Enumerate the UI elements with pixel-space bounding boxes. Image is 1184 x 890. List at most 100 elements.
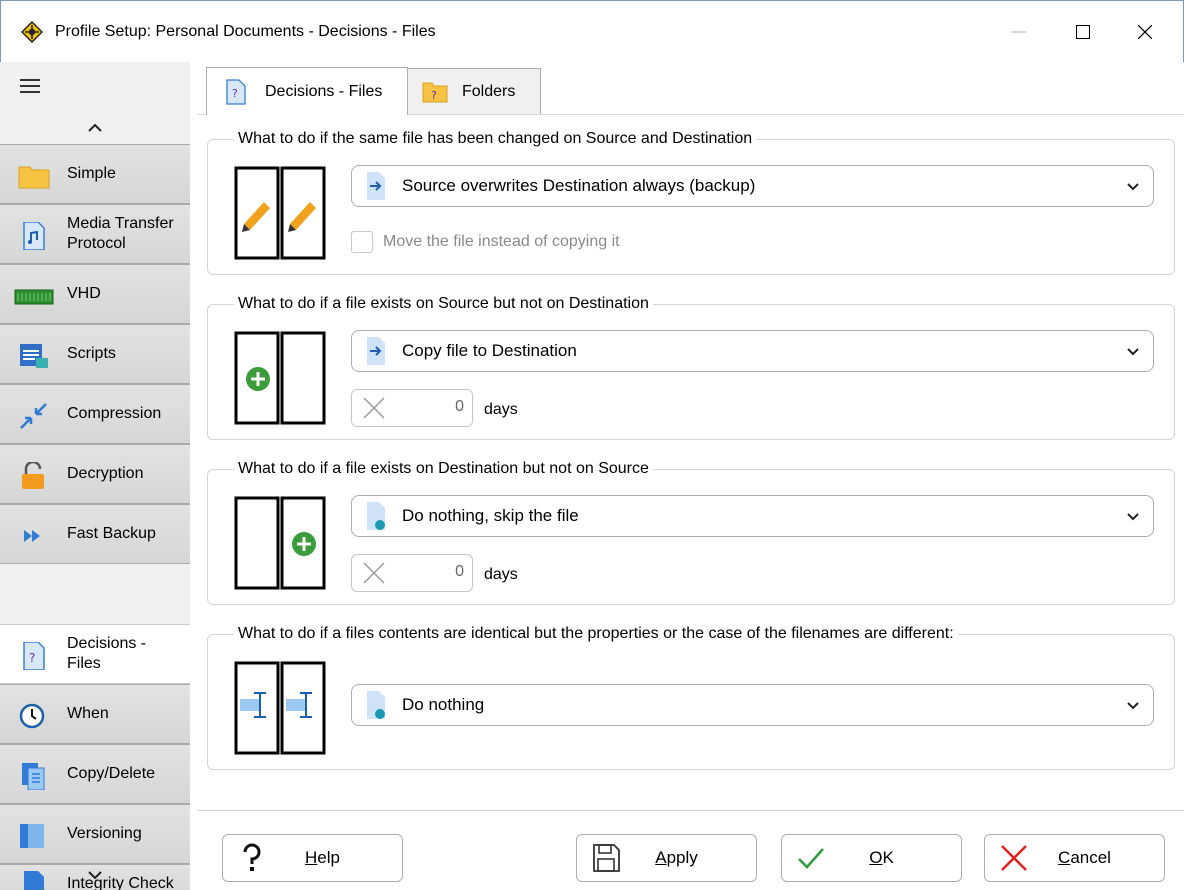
move-instead-of-copy-checkbox[interactable] — [351, 231, 373, 253]
button-label: Apply — [655, 848, 698, 867]
vhd-icon — [14, 289, 54, 305]
maximize-button[interactable] — [1055, 11, 1111, 53]
changed-both-action-select[interactable]: Source overwrites Destination always (ba… — [351, 165, 1154, 207]
sidebar-item-label: Decisions - Files — [67, 635, 147, 672]
tab-folders[interactable]: ? Folders — [407, 68, 541, 114]
button-label: Cancel — [1058, 848, 1111, 867]
group-source-only: What to do if a file exists on Source bu… — [207, 293, 1175, 440]
sidebar-item-vhd[interactable]: VHD — [0, 264, 190, 324]
sidebar-item-media-transfer-protocol[interactable]: Media Transfer Protocol — [0, 204, 190, 264]
sidebar-item-label: When — [67, 705, 109, 722]
select-value: Copy file to Destination — [402, 341, 577, 360]
sidebar-item-label: VHD — [67, 285, 101, 302]
both-changed-pencil-icon — [234, 166, 326, 260]
sidebar-scroll-down-button[interactable] — [0, 862, 190, 888]
button-bar-separator — [198, 810, 1184, 811]
select-value: Do nothing — [402, 695, 485, 714]
identical-rename-icon — [234, 661, 326, 755]
select-value: Do nothing, skip the file — [402, 506, 579, 525]
sidebar-item-label: Compression — [67, 405, 162, 422]
arrow-right-file-icon — [367, 172, 385, 200]
sidebar: Simple Media Transfer Protocol VHD Scrip… — [0, 62, 190, 890]
days-value: 0 — [455, 398, 464, 415]
scripts-icon — [20, 344, 48, 368]
ok-button[interactable]: OK — [781, 834, 962, 882]
sidebar-item-label: Decryption — [67, 465, 144, 482]
group-label: What to do if a files contents are ident… — [234, 623, 958, 645]
tab-decisions-files[interactable]: ? Decisions - Files — [206, 67, 408, 115]
select-value: Source overwrites Destination always (ba… — [402, 176, 756, 195]
sidebar-item-simple[interactable]: Simple — [0, 144, 190, 204]
days-label: days — [484, 401, 518, 418]
sidebar-item-label: Simple — [67, 165, 116, 182]
fast-forward-icon — [24, 530, 40, 542]
identical-action-select[interactable]: Do nothing — [351, 684, 1154, 726]
group-label: What to do if a file exists on Source bu… — [234, 293, 653, 315]
disabled-x-icon — [363, 397, 385, 419]
minimize-icon — [1012, 31, 1026, 33]
sidebar-item-decryption[interactable]: Decryption — [0, 444, 190, 504]
checkbox-label: Move the file instead of copying it — [383, 233, 620, 250]
sidebar-item-label: Scripts — [67, 345, 116, 362]
clock-icon — [19, 703, 45, 729]
sidebar-item-label: Versioning — [67, 825, 142, 842]
arrow-right-file-icon — [367, 337, 385, 365]
chevron-down-icon — [1127, 348, 1139, 356]
close-button[interactable] — [1117, 11, 1173, 53]
close-icon — [1138, 25, 1152, 39]
group-changed-both: What to do if the same file has been cha… — [207, 128, 1175, 275]
sidebar-scroll-up-button[interactable] — [0, 114, 190, 140]
hamburger-menu-icon[interactable] — [20, 76, 42, 96]
source-only-days-spinner[interactable]: 0 — [351, 389, 473, 427]
apply-button[interactable]: Apply — [576, 834, 757, 882]
cancel-button[interactable]: Cancel — [984, 834, 1165, 882]
button-label: Help — [305, 848, 340, 867]
decision-file-icon: ? — [23, 642, 45, 670]
copy-delete-icon — [22, 763, 45, 790]
versioning-icon — [20, 824, 44, 848]
minimize-button[interactable] — [991, 11, 1047, 53]
svg-text:?: ? — [29, 651, 35, 665]
sidebar-item-versioning[interactable]: Versioning — [0, 804, 190, 864]
sidebar-item-when[interactable]: When — [0, 684, 190, 744]
move-instead-of-copy-option[interactable]: Move the file instead of copying it — [351, 231, 620, 253]
sidebar-item-label: Media Transfer Protocol — [67, 215, 174, 252]
source-only-add-icon — [234, 331, 326, 425]
tab-label: Folders — [462, 82, 516, 100]
sidebar-item-fast-backup[interactable]: Fast Backup — [0, 504, 190, 564]
sidebar-item-copy-delete[interactable]: Copy/Delete — [0, 744, 190, 804]
source-only-action-select[interactable]: Copy file to Destination — [351, 330, 1154, 372]
chevron-down-icon — [1127, 183, 1139, 191]
sidebar-item-decisions-files[interactable]: ? Decisions - Files — [0, 624, 190, 684]
disabled-x-icon — [363, 562, 385, 584]
button-label: OK — [869, 848, 894, 867]
svg-text:?: ? — [431, 89, 437, 102]
group-dest-only: What to do if a file exists on Destinati… — [207, 458, 1175, 605]
app-logo-icon — [21, 21, 43, 43]
chevron-up-icon — [88, 123, 102, 132]
chevron-down-icon — [1127, 513, 1139, 521]
group-identical: What to do if a files contents are ident… — [207, 623, 1175, 770]
dest-only-days-spinner[interactable]: 0 — [351, 554, 473, 592]
days-label: days — [484, 566, 518, 583]
help-button[interactable]: Help — [222, 834, 403, 882]
unlock-icon — [22, 462, 44, 489]
chevron-down-icon — [1127, 702, 1139, 710]
folder-question-icon: ? — [422, 82, 448, 102]
dest-only-action-select[interactable]: Do nothing, skip the file — [351, 495, 1154, 537]
dest-only-add-icon — [234, 496, 326, 590]
decision-file-icon: ? — [226, 78, 246, 105]
tab-label: Decisions - Files — [265, 82, 383, 100]
chevron-down-icon — [88, 870, 102, 879]
maximize-icon — [1076, 25, 1090, 39]
days-value: 0 — [455, 563, 464, 580]
group-label: What to do if the same file has been cha… — [234, 128, 757, 150]
sidebar-item-compression[interactable]: Compression — [0, 384, 190, 444]
sidebar-item-label: Fast Backup — [67, 525, 156, 542]
media-file-icon — [23, 222, 45, 250]
skip-file-icon — [367, 691, 385, 719]
title-bar: Profile Setup: Personal Documents - Deci… — [0, 0, 1184, 62]
sidebar-item-scripts[interactable]: Scripts — [0, 324, 190, 384]
folder-icon — [18, 166, 50, 189]
compression-icon — [20, 403, 47, 429]
